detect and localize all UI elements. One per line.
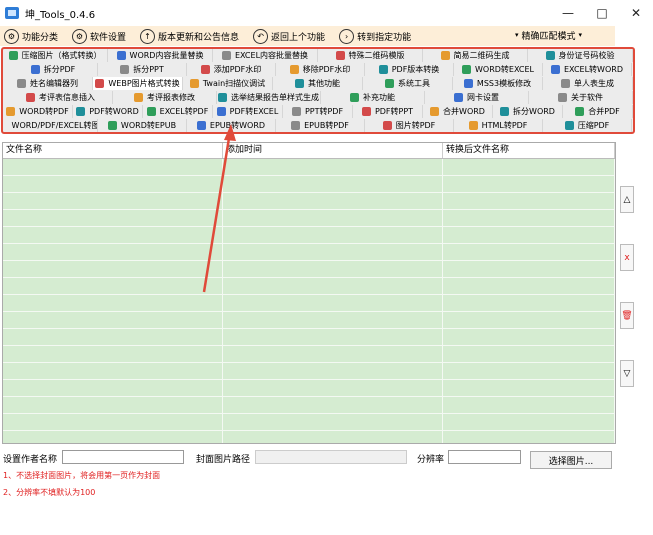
- arrow-shaft: [202, 131, 232, 293]
- arrow-head: [224, 124, 236, 141]
- annotation-arrow: [202, 124, 236, 293]
